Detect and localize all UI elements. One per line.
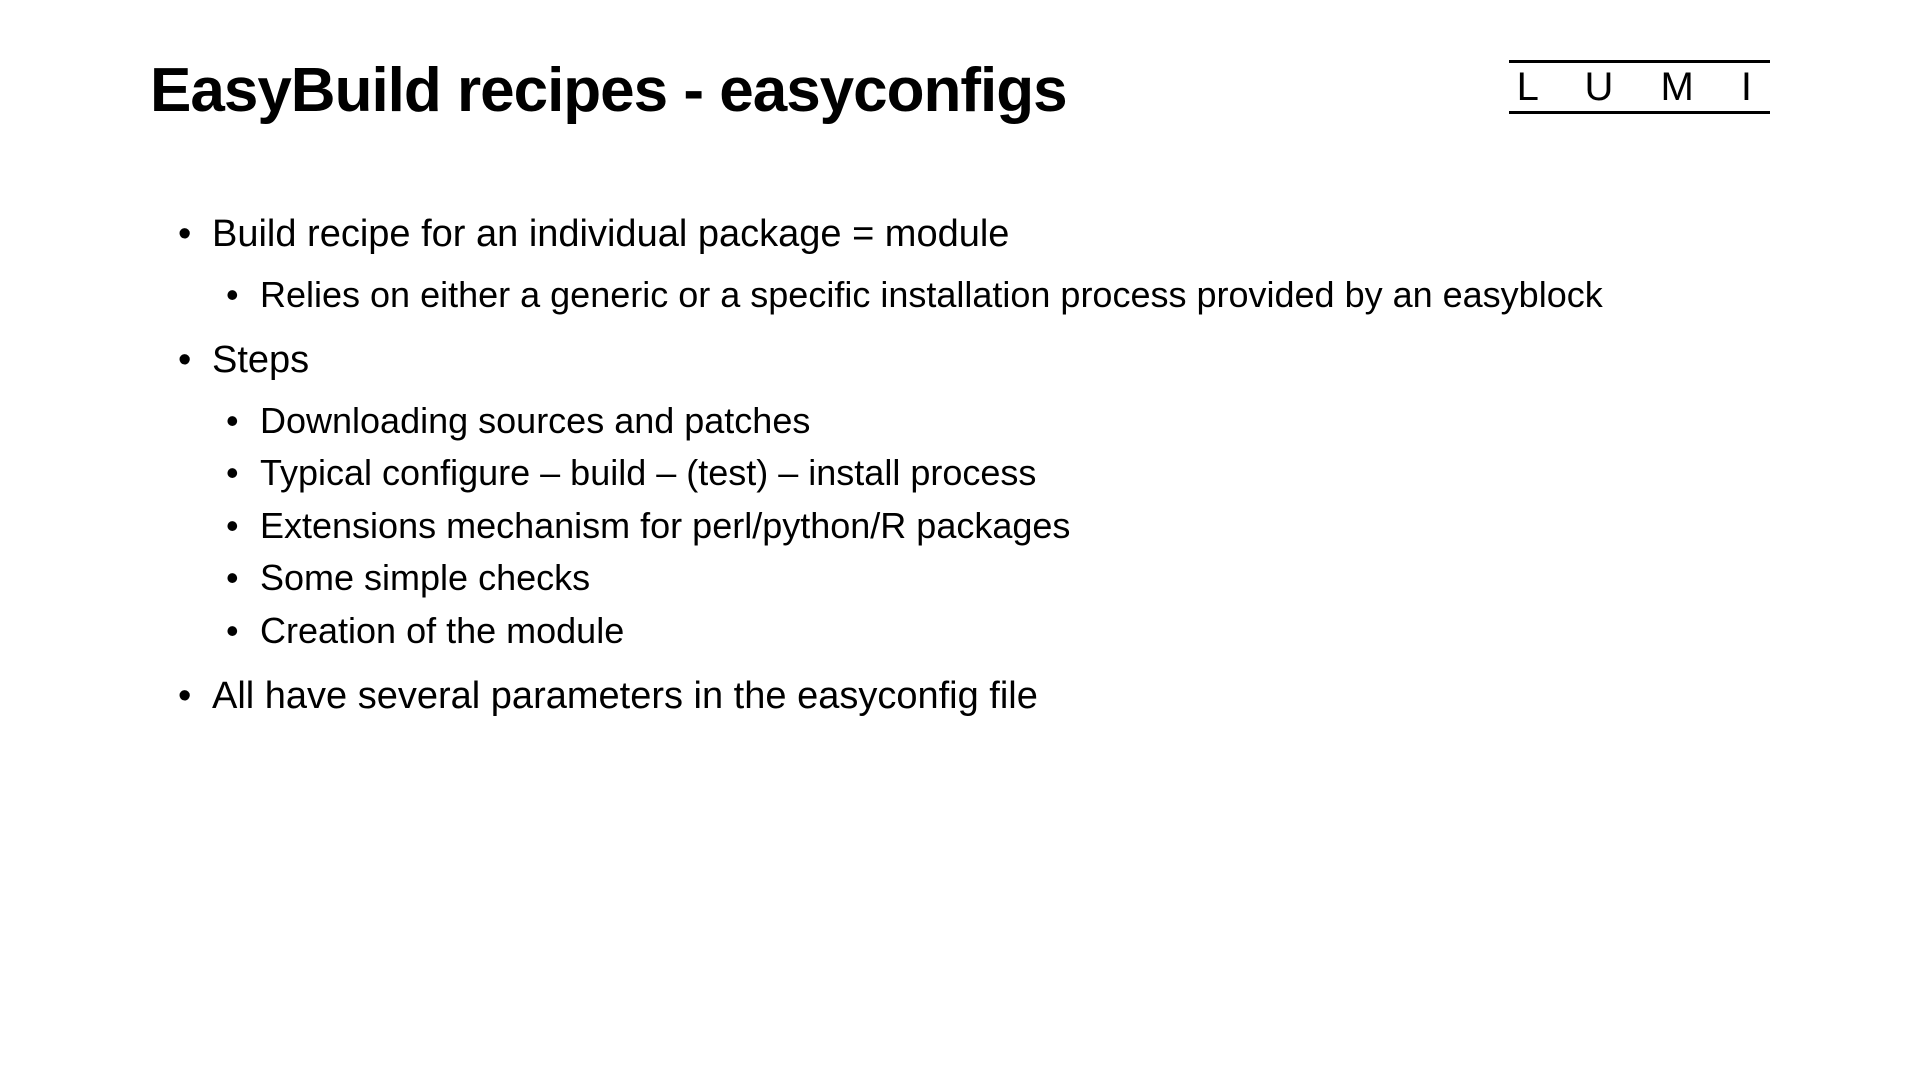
bullet-text: Creation of the module (260, 610, 624, 651)
list-item: Typical configure – build – (test) – ins… (212, 449, 1770, 498)
bullet-text: Typical configure – build – (test) – ins… (260, 452, 1036, 493)
list-item: All have several parameters in the easyc… (170, 668, 1770, 725)
bullet-text: Extensions mechanism for perl/python/R p… (260, 505, 1070, 546)
bullet-text: Relies on either a generic or a specific… (260, 274, 1603, 315)
bullet-text: Steps (212, 339, 309, 381)
list-item: Downloading sources and patches (212, 397, 1770, 446)
list-item: Creation of the module (212, 607, 1770, 656)
bullet-list-level2: Relies on either a generic or a specific… (212, 271, 1770, 320)
slide-header: EasyBuild recipes - easyconfigs L U M I (150, 55, 1770, 126)
list-item: Extensions mechanism for perl/python/R p… (212, 502, 1770, 551)
list-item: Steps Downloading sources and patches Ty… (170, 332, 1770, 656)
list-item: Some simple checks (212, 554, 1770, 603)
bullet-text: Build recipe for an individual package =… (212, 213, 1009, 255)
list-item: Relies on either a generic or a specific… (212, 271, 1770, 320)
bullet-list-level1: Build recipe for an individual package =… (170, 206, 1770, 725)
bullet-text: Some simple checks (260, 557, 590, 598)
slide-content: Build recipe for an individual package =… (150, 206, 1770, 725)
bullet-list-level2: Downloading sources and patches Typical … (212, 397, 1770, 656)
bullet-text: All have several parameters in the easyc… (212, 675, 1038, 717)
list-item: Build recipe for an individual package =… (170, 206, 1770, 320)
lumi-logo: L U M I (1509, 60, 1770, 114)
bullet-text: Downloading sources and patches (260, 400, 810, 441)
slide-title: EasyBuild recipes - easyconfigs (150, 55, 1067, 126)
